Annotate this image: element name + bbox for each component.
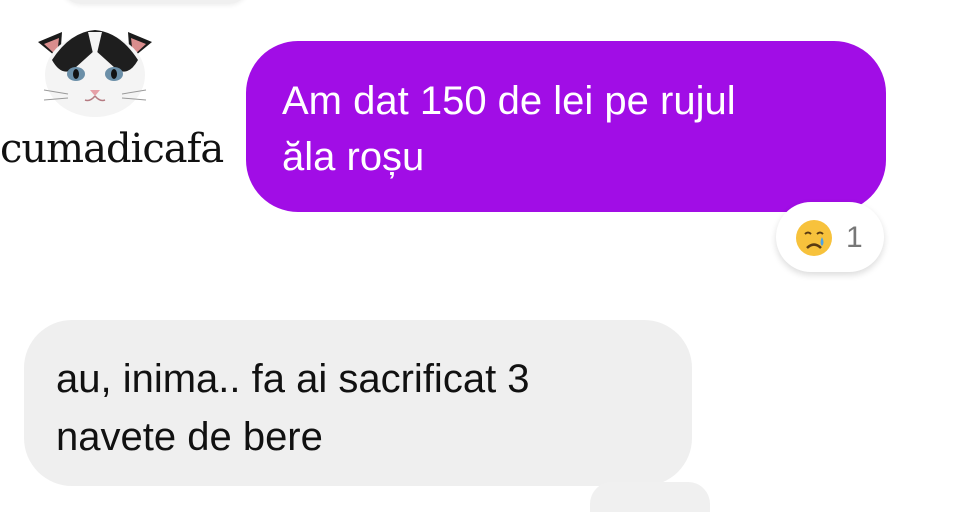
sent-message-text: Am dat 150 de lei pe rujul ăla roșu	[282, 79, 736, 179]
kitten-logo-avatar	[30, 20, 160, 120]
watermark-text: cumadicafa	[0, 126, 224, 172]
received-message-bubble[interactable]: au, inima.. fa ai sacrificat 3 navete de…	[24, 320, 692, 486]
reaction-count: 1	[846, 221, 863, 254]
message-reaction[interactable]: 1	[776, 202, 884, 272]
received-message-text: au, inima.. fa ai sacrificat 3 navete de…	[56, 357, 530, 459]
crying-face-icon	[794, 218, 834, 258]
sent-message-bubble[interactable]: Am dat 150 de lei pe rujul ăla roșu	[246, 41, 886, 212]
next-message-bubble	[590, 482, 710, 512]
previous-message-bubble	[60, 0, 250, 4]
